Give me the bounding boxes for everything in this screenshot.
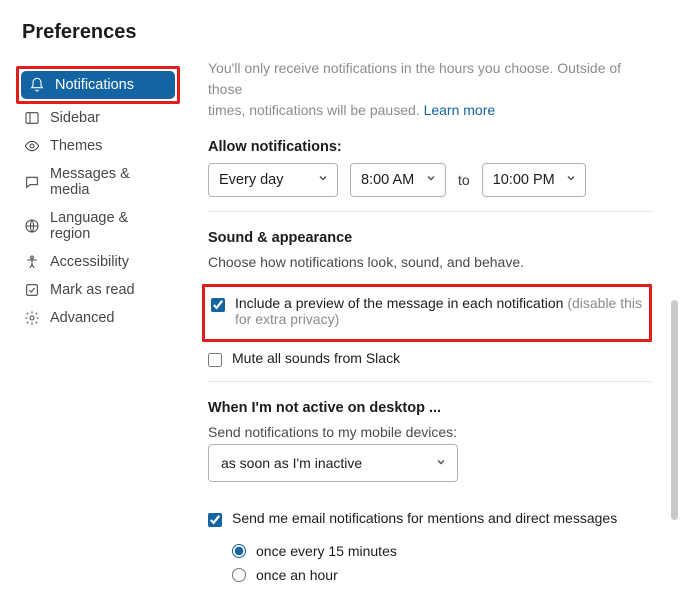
email-freq-hour-radio[interactable]	[232, 568, 246, 582]
sound-sub: Choose how notifications look, sound, an…	[208, 254, 652, 270]
email-freq-hour-label: once an hour	[256, 567, 338, 583]
day-select-value: Every day	[219, 172, 283, 188]
sidebar: Notifications Sidebar Themes Messages & …	[0, 56, 190, 596]
scrollbar-thumb[interactable]	[671, 300, 678, 520]
email-freq-hour-row[interactable]: once an hour	[232, 563, 652, 587]
bell-icon	[29, 77, 45, 93]
mute-label: Mute all sounds from Slack	[232, 350, 400, 366]
sidebar-item-label: Notifications	[55, 77, 134, 93]
close-icon[interactable]	[650, 18, 658, 46]
sidebar-item-label: Themes	[50, 138, 102, 154]
preview-checkbox[interactable]	[211, 298, 225, 312]
sidebar-item-themes[interactable]: Themes	[16, 132, 180, 160]
email-checkbox-row[interactable]: Send me email notifications for mentions…	[208, 508, 652, 529]
mute-checkbox-row[interactable]: Mute all sounds from Slack	[208, 348, 652, 369]
sidebar-item-label: Sidebar	[50, 110, 100, 126]
start-time-value: 8:00 AM	[361, 172, 414, 188]
globe-icon	[24, 218, 40, 234]
sidebar-item-advanced[interactable]: Advanced	[16, 304, 180, 332]
schedule-hint: You'll only receive notifications in the…	[208, 58, 652, 121]
inactive-heading: When I'm not active on desktop ...	[208, 400, 652, 416]
layout-icon	[24, 110, 40, 126]
divider	[208, 211, 652, 212]
sidebar-item-label: Messages & media	[50, 166, 172, 198]
preview-highlight: Include a preview of the message in each…	[202, 284, 652, 342]
divider	[208, 381, 652, 382]
email-freq-15-label: once every 15 minutes	[256, 543, 397, 559]
sidebar-item-label: Accessibility	[50, 254, 129, 270]
sidebar-item-label: Advanced	[50, 310, 115, 326]
sound-heading: Sound & appearance	[208, 230, 652, 246]
check-icon	[24, 282, 40, 298]
email-checkbox[interactable]	[208, 513, 222, 527]
chevron-down-icon	[425, 172, 437, 188]
email-freq-15-radio[interactable]	[232, 544, 246, 558]
sidebar-item-language[interactable]: Language & region	[16, 204, 180, 248]
sidebar-item-messages[interactable]: Messages & media	[16, 160, 180, 204]
sidebar-item-sidebar[interactable]: Sidebar	[16, 104, 180, 132]
sidebar-item-accessibility[interactable]: Accessibility	[16, 248, 180, 276]
main-panel: You'll only receive notifications in the…	[190, 56, 680, 596]
preview-checkbox-row[interactable]: Include a preview of the message in each…	[211, 293, 643, 329]
gear-icon	[24, 310, 40, 326]
sidebar-item-notifications[interactable]: Notifications	[21, 71, 175, 99]
chevron-down-icon	[435, 455, 447, 471]
email-freq-15-row[interactable]: once every 15 minutes	[232, 539, 652, 563]
inactive-sub: Send notifications to my mobile devices:	[208, 424, 652, 440]
accessibility-icon	[24, 254, 40, 270]
chevron-down-icon	[317, 172, 329, 188]
end-time-value: 10:00 PM	[493, 172, 555, 188]
sidebar-item-label: Language & region	[50, 210, 172, 242]
sidebar-item-label: Mark as read	[50, 282, 135, 298]
message-icon	[24, 174, 40, 190]
page-title: Preferences	[22, 21, 137, 44]
eye-icon	[24, 138, 40, 154]
chevron-down-icon	[565, 172, 577, 188]
sidebar-item-mark-as-read[interactable]: Mark as read	[16, 276, 180, 304]
mute-checkbox[interactable]	[208, 353, 222, 367]
allow-heading: Allow notifications:	[208, 139, 652, 155]
day-select[interactable]: Every day	[208, 163, 338, 197]
end-time-select[interactable]: 10:00 PM	[482, 163, 586, 197]
mobile-timing-select[interactable]: as soon as I'm inactive	[208, 444, 458, 482]
learn-more-link[interactable]: Learn more	[424, 102, 496, 118]
to-label: to	[458, 172, 470, 188]
preview-label: Include a preview of the message in each…	[235, 295, 643, 327]
email-label: Send me email notifications for mentions…	[232, 510, 617, 526]
mobile-timing-value: as soon as I'm inactive	[221, 455, 362, 471]
start-time-select[interactable]: 8:00 AM	[350, 163, 446, 197]
